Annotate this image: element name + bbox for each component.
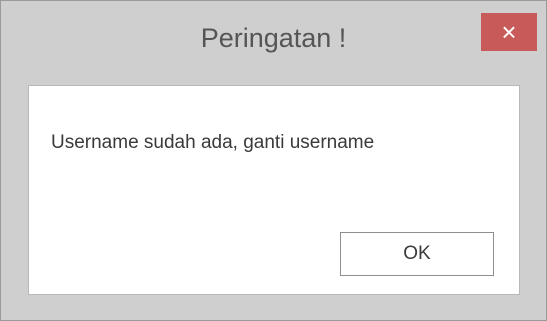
dialog-title: Peringatan ! [200,23,347,53]
close-button[interactable]: × [481,13,537,51]
title-bar[interactable]: Peringatan ! × [1,1,546,85]
dialog-message: Username sudah ada, ganti username [51,132,375,153]
ok-button[interactable]: OK [340,232,494,276]
warning-dialog: Peringatan ! × Username sudah ada, ganti… [0,0,547,321]
dialog-content: Username sudah ada, ganti username OK [28,85,520,295]
close-icon: × [501,17,517,47]
